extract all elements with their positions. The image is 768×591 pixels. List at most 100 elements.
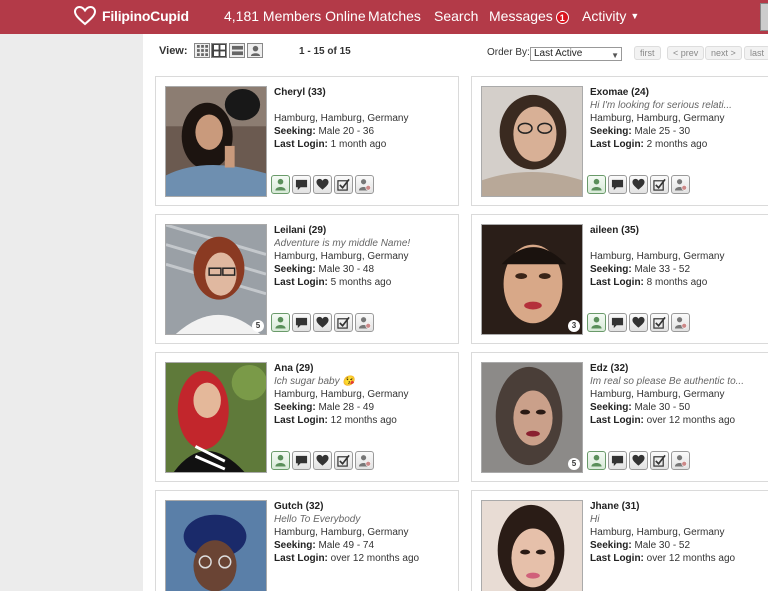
profile-info: Leilani (29) Adventure is my middle Name… — [274, 224, 454, 289]
view-profile-button[interactable] — [271, 313, 290, 332]
send-message-button[interactable] — [608, 313, 627, 332]
block-user-button[interactable] — [671, 175, 690, 194]
pager-last[interactable]: last — [744, 46, 768, 60]
send-interest-button[interactable] — [629, 175, 648, 194]
members-online-link[interactable]: 4,181 Members Online — [224, 8, 366, 24]
profile-name[interactable]: Leilani (29) — [274, 224, 454, 237]
pager-first[interactable]: first — [634, 46, 661, 60]
profile-photo[interactable] — [165, 86, 267, 197]
profile-seeking: Seeking: Male 20 - 36 — [274, 125, 454, 138]
photo-count-badge: 5 — [568, 458, 580, 470]
view-profile-button[interactable] — [271, 451, 290, 470]
profile-name[interactable]: Jhane (31) — [590, 500, 768, 513]
profile-tagline — [590, 237, 768, 250]
last-login-label: Last Login: — [590, 139, 644, 150]
block-user-button[interactable] — [671, 313, 690, 332]
profile-actions — [587, 175, 690, 194]
seeking-label: Seeking: — [274, 402, 316, 413]
pager-next[interactable]: next > — [705, 46, 742, 60]
add-favorite-button[interactable] — [334, 175, 353, 194]
profile-last-login: Last Login: over 12 months ago — [590, 414, 768, 427]
add-favorite-button[interactable] — [334, 313, 353, 332]
add-favorite-button[interactable] — [334, 451, 353, 470]
profile-name[interactable]: Gutch (32) — [274, 500, 454, 513]
profile-card[interactable]: 3 aileen (35) Hamburg, Hamburg, Germany … — [471, 214, 768, 344]
view-list-button[interactable] — [229, 43, 245, 58]
profile-last-login: Last Login: over 12 months ago — [274, 552, 454, 565]
profile-photo[interactable] — [165, 362, 267, 473]
view-profile-button[interactable] — [587, 175, 606, 194]
profile-name[interactable]: Exomae (24) — [590, 86, 768, 99]
header-edge-button — [760, 3, 768, 31]
profile-actions — [271, 451, 374, 470]
profile-card[interactable]: Cheryl (33) Hamburg, Hamburg, Germany Se… — [155, 76, 459, 206]
block-user-button[interactable] — [355, 175, 374, 194]
pager-prev[interactable]: < prev — [667, 46, 705, 60]
send-interest-button[interactable] — [313, 175, 332, 194]
view-grid-large-button[interactable] — [211, 43, 227, 58]
send-message-button[interactable] — [292, 451, 311, 470]
send-interest-button[interactable] — [313, 313, 332, 332]
send-message-button[interactable] — [292, 175, 311, 194]
block-user-button[interactable] — [355, 313, 374, 332]
profile-card[interactable]: 5 Leilani (29) Adventure is my middle Na… — [155, 214, 459, 344]
block-user-button[interactable] — [355, 451, 374, 470]
profile-photo[interactable] — [165, 500, 267, 591]
profile-name[interactable]: Cheryl (33) — [274, 86, 454, 99]
result-count: 1 - 15 of 15 — [299, 46, 351, 57]
last-login-label: Last Login: — [274, 553, 328, 564]
block-user-icon — [674, 454, 687, 467]
profile-card[interactable]: Exomae (24) Hi I'm looking for serious r… — [471, 76, 768, 206]
view-profile-button[interactable] — [271, 175, 290, 194]
profile-photo[interactable]: 5 — [481, 362, 583, 473]
chat-icon — [611, 178, 624, 191]
profile-photo[interactable]: 3 — [481, 224, 583, 335]
send-interest-button[interactable] — [629, 313, 648, 332]
profile-card[interactable]: Jhane (31) Hi Hamburg, Hamburg, Germany … — [471, 490, 768, 591]
profile-photo[interactable] — [481, 86, 583, 197]
nav-activity-label: Activity — [582, 8, 627, 24]
profile-tagline: Ich sugar baby 😘 — [274, 376, 355, 387]
profile-info: Exomae (24) Hi I'm looking for serious r… — [590, 86, 768, 151]
profile-photo[interactable] — [481, 500, 583, 591]
send-message-button[interactable] — [608, 451, 627, 470]
add-favorite-button[interactable] — [650, 451, 669, 470]
profile-card[interactable]: Gutch (32) Hello To Everybody Hamburg, H… — [155, 490, 459, 591]
send-interest-button[interactable] — [629, 451, 648, 470]
view-photo-button[interactable] — [247, 43, 263, 58]
profile-tagline: Hi I'm looking for serious relati... — [590, 100, 732, 111]
nav-activity[interactable]: Activity ▼ — [582, 8, 639, 24]
last-login-value: 12 months ago — [330, 415, 397, 426]
nav-messages[interactable]: Messages 1 — [489, 8, 569, 24]
profile-name[interactable]: aileen (35) — [590, 224, 768, 237]
last-login-label: Last Login: — [590, 553, 644, 564]
send-message-button[interactable] — [608, 175, 627, 194]
seeking-value: Male 30 - 52 — [634, 540, 691, 551]
profile-name[interactable]: Ana (29) — [274, 362, 454, 375]
profile-info: Jhane (31) Hi Hamburg, Hamburg, Germany … — [590, 500, 768, 565]
add-favorite-button[interactable] — [650, 313, 669, 332]
profile-location: Hamburg, Hamburg, Germany — [590, 113, 725, 124]
logo[interactable]: FilipinoCupid — [74, 6, 189, 26]
send-message-button[interactable] — [292, 313, 311, 332]
block-user-button[interactable] — [671, 451, 690, 470]
checkbox-icon — [337, 316, 350, 329]
profile-seeking: Seeking: Male 33 - 52 — [590, 263, 768, 276]
order-by-select[interactable]: Last Active ▼ — [530, 47, 622, 61]
profile-card[interactable]: Ana (29) Ich sugar baby 😘 Hamburg, Hambu… — [155, 352, 459, 482]
seeking-value: Male 28 - 49 — [318, 402, 375, 413]
profile-seeking: Seeking: Male 30 - 50 — [590, 401, 768, 414]
view-profile-button[interactable] — [587, 313, 606, 332]
profile-seeking: Seeking: Male 25 - 30 — [590, 125, 768, 138]
view-grid-small-button[interactable] — [194, 43, 210, 58]
nav-search[interactable]: Search — [434, 8, 478, 24]
profile-card[interactable]: 5 Edz (32) Im real so please Be authenti… — [471, 352, 768, 482]
view-profile-button[interactable] — [587, 451, 606, 470]
profile-name[interactable]: Edz (32) — [590, 362, 768, 375]
nav-matches[interactable]: Matches — [368, 8, 421, 24]
send-interest-button[interactable] — [313, 451, 332, 470]
profile-photo[interactable]: 5 — [165, 224, 267, 335]
seeking-label: Seeking: — [274, 126, 316, 137]
profile-last-login: Last Login: over 12 months ago — [590, 552, 768, 565]
add-favorite-button[interactable] — [650, 175, 669, 194]
